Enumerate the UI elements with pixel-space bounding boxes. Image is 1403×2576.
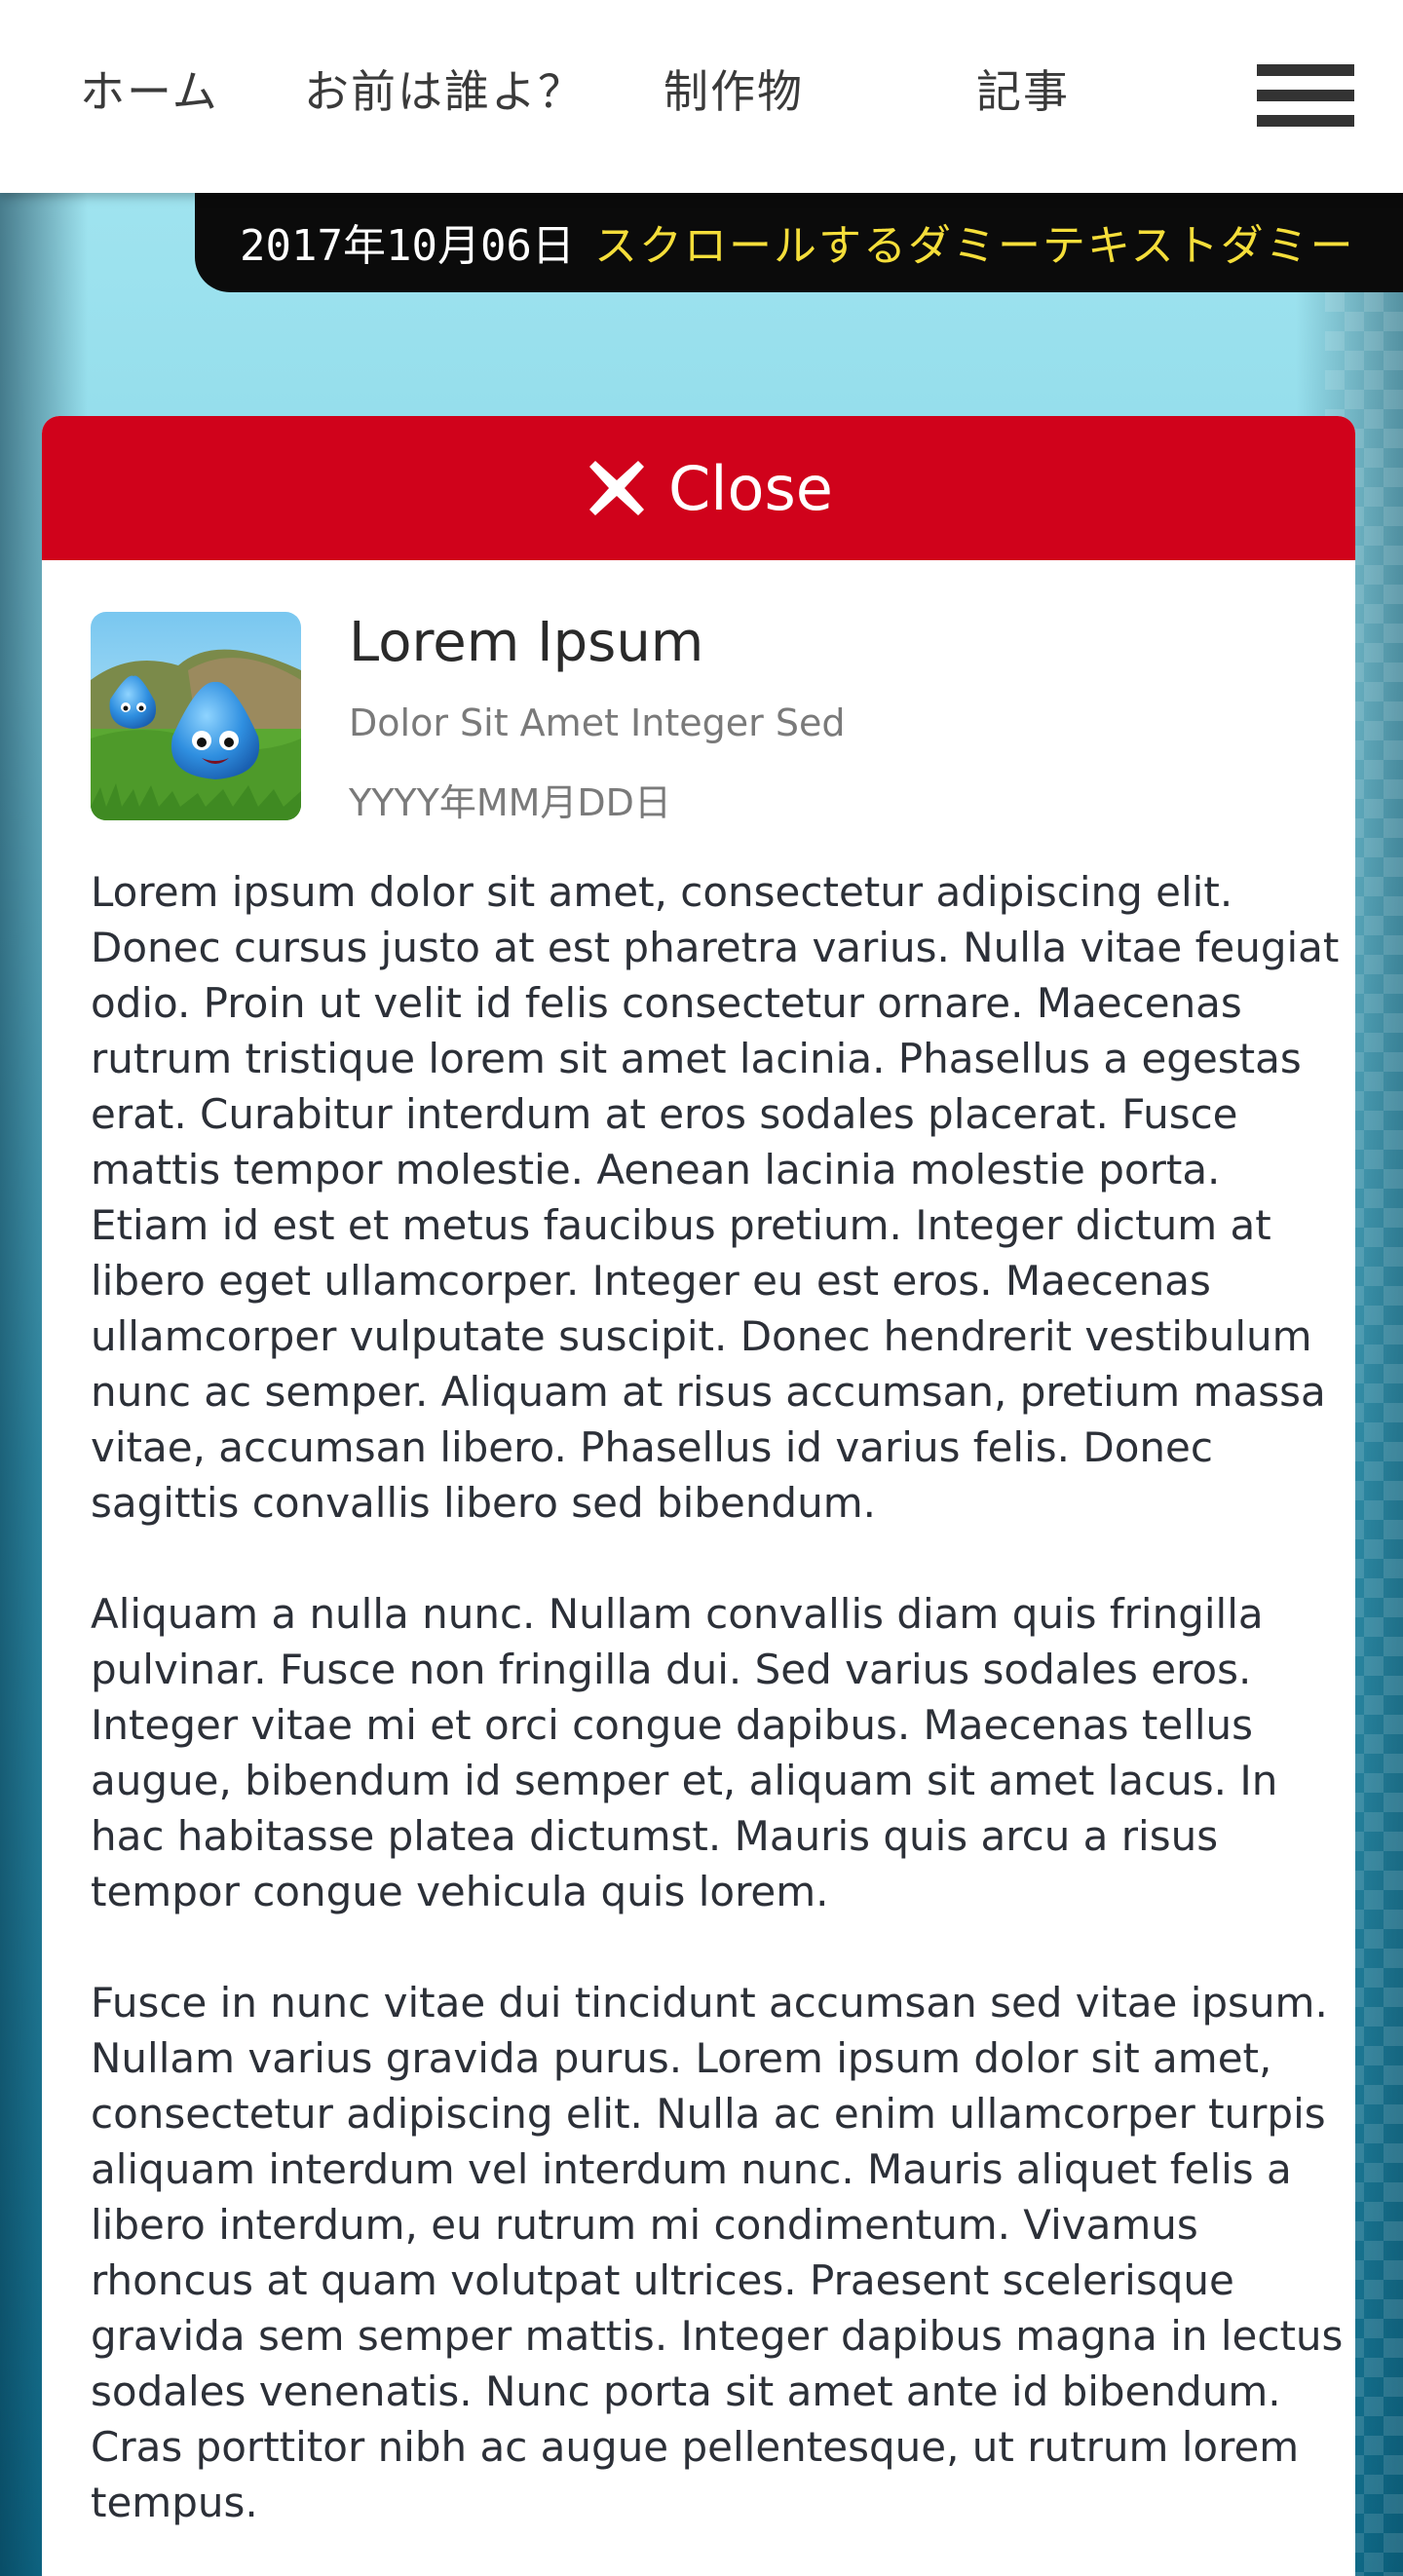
app-date: YYYY年MM月DD日	[349, 781, 671, 824]
hamburger-menu-icon[interactable]	[1257, 64, 1354, 127]
top-navigation: ホーム お前は誰よ？ 制作物 記事	[0, 0, 1403, 193]
nav-item-articles[interactable]: 記事	[976, 57, 1070, 121]
paragraph: Lorem ipsum dolor sit amet, consectetur …	[91, 868, 1340, 1527]
ticker-text: スクロールするダミーテキストダミー	[594, 221, 1355, 271]
close-x-icon	[589, 461, 644, 515]
app-title: Lorem Ipsum	[349, 611, 704, 674]
close-label: Close	[668, 453, 833, 524]
nav-item-works[interactable]: 制作物	[664, 57, 804, 121]
nav-item-about[interactable]: お前は誰よ？	[304, 57, 585, 121]
ticker-date: 2017年10月06日	[240, 221, 575, 271]
nav-item-home[interactable]: ホーム	[80, 57, 219, 121]
paragraph: Fusce in nunc vitae dui tincidunt accums…	[91, 1979, 1344, 2526]
news-ticker: 2017年10月06日 スクロールするダミーテキストダミー	[195, 193, 1403, 292]
detail-modal: Close Lorem Ipsum Dolor Sit Amet Integer…	[42, 416, 1355, 2576]
paragraph: Aliquam a nulla nunc. Nullam convallis d…	[91, 1590, 1278, 1915]
close-button[interactable]: Close	[42, 416, 1355, 560]
slime-app-icon	[91, 612, 301, 820]
article-body: Lorem ipsum dolor sit amet, consectetur …	[91, 864, 1347, 2576]
app-subtitle: Dolor Sit Amet Integer Sed	[349, 701, 846, 744]
